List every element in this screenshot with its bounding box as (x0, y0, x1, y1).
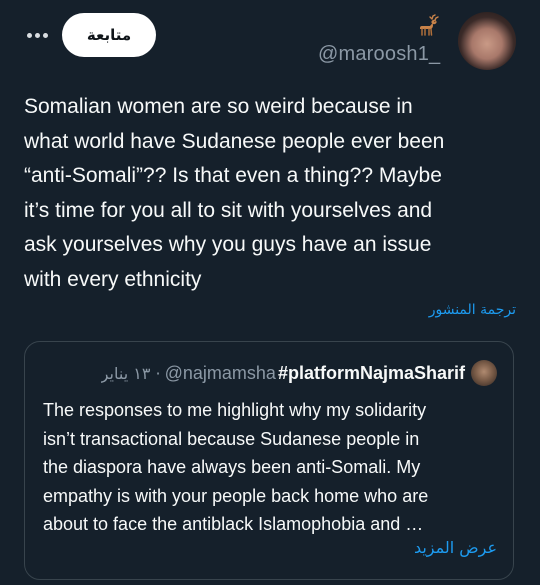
quoted-tweet-text: The responses to me highlight why my sol… (43, 400, 429, 534)
follow-button[interactable]: متابعة (62, 13, 156, 57)
dot (26, 32, 32, 38)
tweet-text: Somalian women are so weird because in w… (24, 95, 445, 291)
dot (42, 32, 48, 38)
dot (34, 32, 40, 38)
translate-post-link[interactable]: ترجمة المنشور (429, 302, 516, 318)
quoted-author-name: #platformNajmaSharif (277, 362, 465, 383)
quoted-author-handle: @najmamsha (164, 362, 276, 383)
quoted-tweet-date: · ١٣ يناير (100, 363, 161, 383)
deer-emoji-icon (420, 14, 439, 36)
quoted-tweet-header: #platformNajmaSharif @najmamsha · ١٣ ينا… (101, 359, 497, 387)
author-handle[interactable]: @maroosh1_ (318, 43, 440, 66)
quoted-tweet-card[interactable]: #platformNajmaSharif @najmamsha · ١٣ ينا… (24, 341, 514, 580)
quoted-author-avatar (471, 360, 497, 386)
show-more-link[interactable]: عرض المزيد (414, 538, 497, 557)
more-options-icon[interactable] (22, 22, 52, 48)
author-avatar[interactable] (458, 12, 516, 70)
